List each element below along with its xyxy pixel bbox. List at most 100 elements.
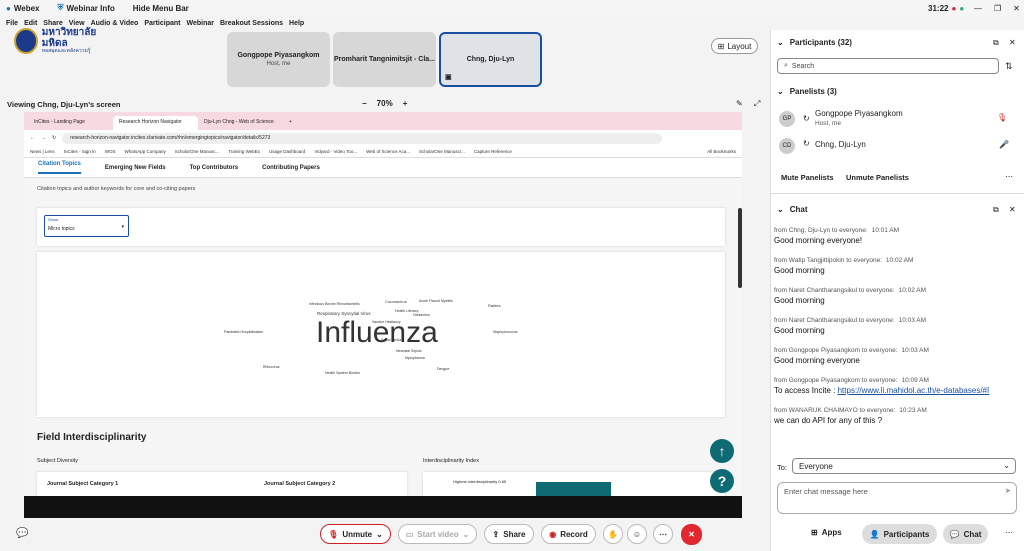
cloud-word[interactable]: Acute Flaccid Myelitis [419,299,453,303]
close-icon[interactable]: ✕ [1009,38,1016,47]
more-icon[interactable]: ⋯ [1005,528,1013,537]
raise-hand-button[interactable]: ✋ [603,524,623,544]
subject-diversity-label: Subject Diversity [37,458,78,464]
annotate-icon[interactable]: ✎ [736,99,743,108]
tab-emerging-fields[interactable]: Emerging New Fields [105,165,166,171]
bookmark[interactable]: Training WebEx [228,149,260,154]
cloud-word[interactable]: Dengue [437,367,449,371]
participant-row[interactable]: CD ↻ Chng, Dju-Lyn 🎤 [779,136,1009,156]
cloud-word[interactable]: Respiratory Syncytial Virus [317,311,371,316]
share-button[interactable]: ⇪ Share [484,524,534,544]
chat-link[interactable]: https://www.li.mahidol.ac.th/e-databases… [838,386,990,395]
chat-header[interactable]: ⌄ Chat [777,205,807,214]
participant-row[interactable]: GP ↻ Gongpope Piyasangkom Host, me 🎙 [779,109,1009,131]
cloud-word[interactable]: Staphylococcus [493,330,518,334]
bookmark[interactable]: Capture Reference [474,149,512,154]
help-button[interactable]: ? [710,469,734,493]
zoom-in-button[interactable]: + [403,99,408,108]
recipient-select[interactable]: Everyone ⌄ [792,458,1016,474]
tab-citation-topics[interactable]: Citation Topics [38,161,81,174]
menu-webinar[interactable]: Webinar [187,20,215,27]
bookmark[interactable]: Vidyard - Video Too... [314,149,357,154]
popout-icon[interactable]: ⤢ [754,99,760,109]
participants-header[interactable]: ⌄ Participants (32) [777,38,852,47]
browser-tab[interactable]: InCites - Landing Page [28,116,113,130]
apps-button[interactable]: ⊞ Apps [811,528,842,537]
cloud-word[interactable]: Coronavirus [385,299,407,304]
chat-input[interactable]: Enter chat message here ➤ [777,482,1017,514]
close-icon[interactable]: ✕ [1013,4,1020,13]
back-icon[interactable]: ← [30,135,35,141]
bookmark[interactable]: WhatsApp Company [124,149,165,154]
topic-select[interactable]: Show Micro topics ▾ [44,215,129,237]
bookmark[interactable]: ScholarOne Manusc... [175,149,220,154]
search-input[interactable]: ⌕ Search [777,58,999,74]
bookmark[interactable]: Usage Dashboard [269,149,305,154]
chat-time: 10:23 AM [899,407,927,414]
menu-help[interactable]: Help [289,20,304,27]
video-tile[interactable]: Gongpope Piyasangkom Host, me [227,32,330,87]
cloud-word[interactable]: Rabies [488,303,500,308]
chevron-down-icon: ▾ [121,224,124,230]
cloud-word[interactable]: Rhinovirus [263,365,280,369]
reload-icon[interactable]: ↻ [52,135,56,141]
browser-tab[interactable]: Dju-Lyn Chng - Web of Science [198,116,283,130]
viewing-label: Viewing Chng, Dju-Lyn's screen [7,100,121,109]
cloud-word[interactable]: Vaccine Hesitancy [372,320,401,324]
webinar-info-button[interactable]: ⛨ Webinar Info [57,3,114,13]
minimize-icon[interactable]: — [974,4,982,13]
chat-title: Chat [789,205,808,214]
cloud-word[interactable]: Hantavirus [413,313,430,317]
new-tab-icon[interactable]: + [283,116,297,130]
panelists-header[interactable]: ⌄ Panelists (3) [777,87,837,96]
chat-tab-button[interactable]: 💬 Chat [943,524,988,544]
participants-tab-button[interactable]: 👤 Participants [862,524,937,544]
title-bar: ● Webex ⛨ Webinar Info Hide Menu Bar 31:22… [0,0,1024,16]
cloud-word[interactable]: Infectious Bovine Rhinotracheitis [309,302,360,306]
close-icon[interactable]: ✕ [1009,205,1016,214]
mute-panelists-button[interactable]: Mute Panelists [781,173,834,182]
address-bar[interactable]: research-horizon-navigator.incites.clari… [62,132,663,144]
tab-top-contributors[interactable]: Top Contributors [190,165,239,171]
browser-tab-active[interactable]: Research Horizon Navigator [113,116,198,130]
record-button[interactable]: ◉ Record [541,524,596,544]
cloud-word[interactable]: Mycoplasma [405,356,425,360]
meeting-timer: 31:22 ● ● [928,4,964,13]
unmute-panelists-button[interactable]: Unmute Panelists [846,173,909,182]
popout-icon[interactable]: ⧉ [993,205,999,215]
bookmark[interactable]: Web of Science Aca... [366,149,410,154]
section-title: Field Interdisciplinarity [37,432,147,443]
leave-button[interactable]: ✕ [681,524,702,545]
cloud-word[interactable]: Paediatric Hospitalisation [224,330,263,334]
more-icon[interactable]: ⋯ [1005,172,1013,181]
cloud-word[interactable]: Neonatal Sepsis [396,349,422,353]
restore-icon[interactable]: ❐ [994,4,1001,13]
cloud-word[interactable]: Health System Burden [325,371,360,375]
tab-contributing-papers[interactable]: Contributing Papers [262,165,320,171]
bookmark[interactable]: InCites - Sign In [64,149,96,154]
closed-caption-icon[interactable]: 💬 [16,528,28,539]
all-bookmarks[interactable]: All Bookmarks [707,149,736,154]
bookmark[interactable]: WOS [105,149,116,154]
send-icon[interactable]: ➤ [1005,486,1011,495]
bookmark[interactable]: News | Lens [30,149,55,154]
layout-button[interactable]: ⊞ Layout [711,38,758,54]
scroll-up-button[interactable]: ↑ [710,439,734,463]
unmute-button[interactable]: 🎙 Unmute ⌄ [320,524,391,544]
video-tile-active[interactable]: Chng, Dju-Lyn ▣ [439,32,542,87]
popout-icon[interactable]: ⧉ [993,38,999,48]
hide-menu-bar-button[interactable]: Hide Menu Bar [133,4,189,13]
cloud-word[interactable]: Social Media [381,338,401,342]
forward-icon[interactable]: → [41,135,46,141]
reactions-button[interactable]: ☺ [627,524,647,544]
scrollbar[interactable] [738,208,742,288]
more-options-button[interactable]: ⋯ [653,524,673,544]
video-tile[interactable]: Promharit Tangnimitsjit - Cla... [333,32,436,87]
zoom-out-button[interactable]: − [362,99,367,108]
sort-icon[interactable]: ⇅ [1005,61,1013,72]
start-video-button[interactable]: ▭ Start video ⌄ [398,524,477,544]
menu-participant[interactable]: Participant [144,20,180,27]
bookmark[interactable]: ScholarOne Manuscr... [419,149,465,154]
menu-breakout[interactable]: Breakout Sessions [220,20,283,27]
webex-menu[interactable]: ● Webex [6,4,39,13]
